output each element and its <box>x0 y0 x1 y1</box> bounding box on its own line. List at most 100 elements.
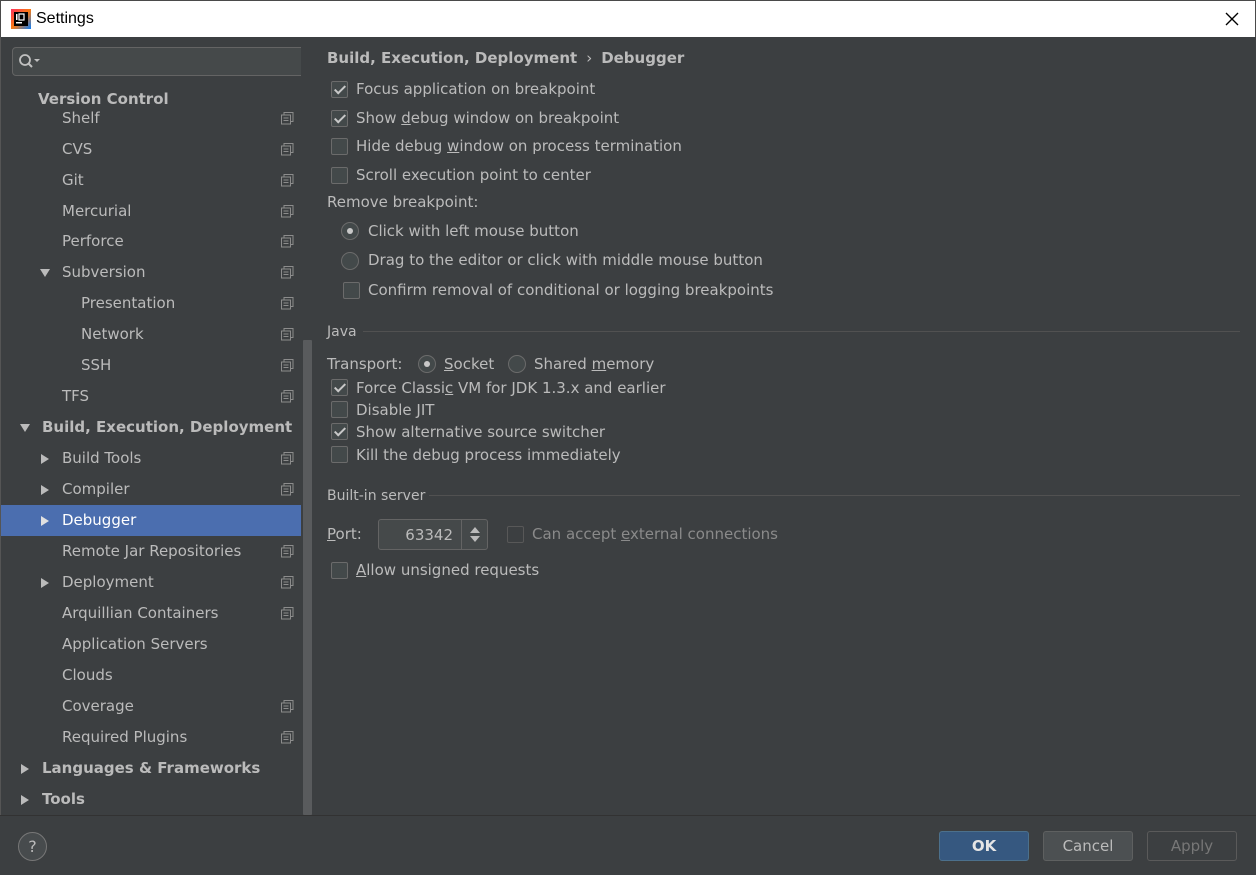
collapsed-arrow-icon[interactable] <box>39 453 51 465</box>
tree-item-debugger[interactable]: Debugger <box>1 505 313 536</box>
allow-unsigned-label[interactable]: Allow unsigned requests <box>356 561 539 579</box>
search-box[interactable] <box>12 47 305 76</box>
tree-item-label: Remote Jar Repositories <box>62 542 242 560</box>
show-alt-source-checkbox[interactable] <box>331 423 348 440</box>
tree-item-tfs[interactable]: TFS <box>1 381 313 412</box>
confirm-removal-checkbox[interactable] <box>343 282 360 299</box>
accept-external-label[interactable]: Can accept external connections <box>532 525 778 543</box>
tree-item-git[interactable]: Git <box>1 165 313 196</box>
breadcrumb-parent[interactable]: Build, Execution, Deployment <box>327 49 577 67</box>
tree-item-clouds[interactable]: Clouds <box>1 660 313 691</box>
spinner-up-icon[interactable] <box>470 527 480 533</box>
tree-item-ssh[interactable]: SSH <box>1 350 313 381</box>
expanded-arrow-icon[interactable] <box>39 267 51 279</box>
tree-item-label: CVS <box>62 140 93 158</box>
force-classic-vm-checkbox[interactable] <box>331 379 348 396</box>
search-input[interactable] <box>47 51 297 72</box>
cancel-button[interactable]: Cancel <box>1043 831 1133 861</box>
shared-memory-radio[interactable] <box>508 355 526 373</box>
drag-editor-radio[interactable] <box>341 252 359 270</box>
disable-jit-checkbox[interactable] <box>331 401 348 418</box>
ok-button[interactable]: OK <box>939 831 1029 861</box>
window-title: Settings <box>36 10 94 27</box>
drag-editor-label[interactable]: Drag to the editor or click with middle … <box>368 251 763 269</box>
show-alt-source-label[interactable]: Show alternative source switcher <box>356 423 605 441</box>
remove-breakpoint-label: Remove breakpoint: <box>327 193 479 211</box>
scroll-execution-checkbox[interactable] <box>331 167 348 184</box>
breadcrumb-separator: › <box>586 49 593 67</box>
accept-external-checkbox[interactable] <box>507 526 524 543</box>
disable-jit-label[interactable]: Disable JIT <box>356 401 434 419</box>
tree-item-label: Required Plugins <box>62 728 188 746</box>
click-left-radio[interactable] <box>341 222 359 240</box>
allow-unsigned-checkbox[interactable] <box>331 562 348 579</box>
spinner-arrows[interactable] <box>461 520 487 549</box>
project-settings-icon <box>281 266 294 279</box>
close-icon[interactable] <box>1223 10 1241 28</box>
tree-item-build-execution-deployment[interactable]: Build, Execution, Deployment <box>1 412 313 443</box>
spinner-down-icon[interactable] <box>470 536 480 542</box>
tree-item-coverage[interactable]: Coverage <box>1 691 313 722</box>
socket-label[interactable]: Socket <box>444 355 494 373</box>
tree-item-label: Perforce <box>62 232 124 250</box>
apply-button[interactable]: Apply <box>1147 831 1237 861</box>
tree-item-build-tools[interactable]: Build Tools <box>1 443 313 474</box>
port-spinner[interactable]: 63342 <box>378 519 488 550</box>
tree-item-languages-frameworks[interactable]: Languages & Frameworks <box>1 753 313 784</box>
tree-item-deployment[interactable]: Deployment <box>1 567 313 598</box>
tree-item-label: Clouds <box>62 666 113 684</box>
tree-item-perforce[interactable]: Perforce <box>1 226 313 257</box>
tree-item-application-servers[interactable]: Application Servers <box>1 629 313 660</box>
tree-item-label: Tools <box>42 790 85 808</box>
project-settings-icon <box>281 390 294 403</box>
scrollbar-thumb[interactable] <box>303 340 312 815</box>
hide-debug-window-label[interactable]: Hide debug window on process termination <box>356 137 682 155</box>
tree-item-subversion[interactable]: Subversion <box>1 257 313 288</box>
tree-item-shelf[interactable]: Shelf <box>1 103 313 134</box>
tree-item-label: SSH <box>81 356 112 374</box>
expanded-arrow-icon[interactable] <box>19 422 31 434</box>
tree-item-label: Git <box>62 171 84 189</box>
shared-memory-label[interactable]: Shared memory <box>534 355 654 373</box>
hide-debug-window-checkbox[interactable] <box>331 138 348 155</box>
tree-item-tools[interactable]: Tools <box>1 784 313 815</box>
scroll-execution-label[interactable]: Scroll execution point to center <box>356 166 591 184</box>
project-settings-icon <box>281 112 294 125</box>
collapsed-arrow-icon[interactable] <box>39 577 51 589</box>
tree-item-remote-jar-repositories[interactable]: Remote Jar Repositories <box>1 536 313 567</box>
title-bar: Settings <box>0 0 1256 37</box>
focus-app-checkbox[interactable] <box>331 81 348 98</box>
collapsed-arrow-icon[interactable] <box>19 794 31 806</box>
project-settings-icon <box>281 297 294 310</box>
kill-debug-checkbox[interactable] <box>331 446 348 463</box>
force-classic-vm-label[interactable]: Force Classic VM for JDK 1.3.x and earli… <box>356 379 666 397</box>
debugger-settings-panel: Build, Execution, Deployment › Debugger Fo… <box>313 37 1256 815</box>
tree-item-presentation[interactable]: Presentation <box>1 288 313 319</box>
help-button[interactable]: ? <box>18 832 47 861</box>
java-section-title: Java <box>327 324 357 340</box>
project-settings-icon <box>281 731 294 744</box>
tree-item-mercurial[interactable]: Mercurial <box>1 196 313 227</box>
focus-app-label[interactable]: Focus application on breakpoint <box>356 80 595 98</box>
builtin-server-section-title: Built-in server <box>327 488 426 504</box>
confirm-removal-label[interactable]: Confirm removal of conditional or loggin… <box>368 281 773 299</box>
port-value[interactable]: 63342 <box>405 526 453 544</box>
show-debug-window-label[interactable]: Show debug window on breakpoint <box>356 109 619 127</box>
collapsed-arrow-icon[interactable] <box>39 515 51 527</box>
kill-debug-label[interactable]: Kill the debug process immediately <box>356 446 621 464</box>
collapsed-arrow-icon[interactable] <box>39 484 51 496</box>
collapsed-arrow-icon[interactable] <box>19 763 31 775</box>
tree-item-compiler[interactable]: Compiler <box>1 474 313 505</box>
builtin-server-section-divider <box>429 495 1240 496</box>
tree-item-cvs[interactable]: CVS <box>1 134 313 165</box>
click-left-label[interactable]: Click with left mouse button <box>368 222 579 240</box>
tree-item-network[interactable]: Network <box>1 319 313 350</box>
project-settings-icon <box>281 545 294 558</box>
search-icon[interactable] <box>18 53 42 71</box>
sidebar-scrollbar[interactable] <box>301 37 313 815</box>
socket-radio[interactable] <box>418 355 436 373</box>
tree-item-arquillian-containers[interactable]: Arquillian Containers <box>1 598 313 629</box>
tree-item-label: Subversion <box>62 263 146 281</box>
show-debug-window-checkbox[interactable] <box>331 110 348 127</box>
tree-item-required-plugins[interactable]: Required Plugins <box>1 722 313 753</box>
